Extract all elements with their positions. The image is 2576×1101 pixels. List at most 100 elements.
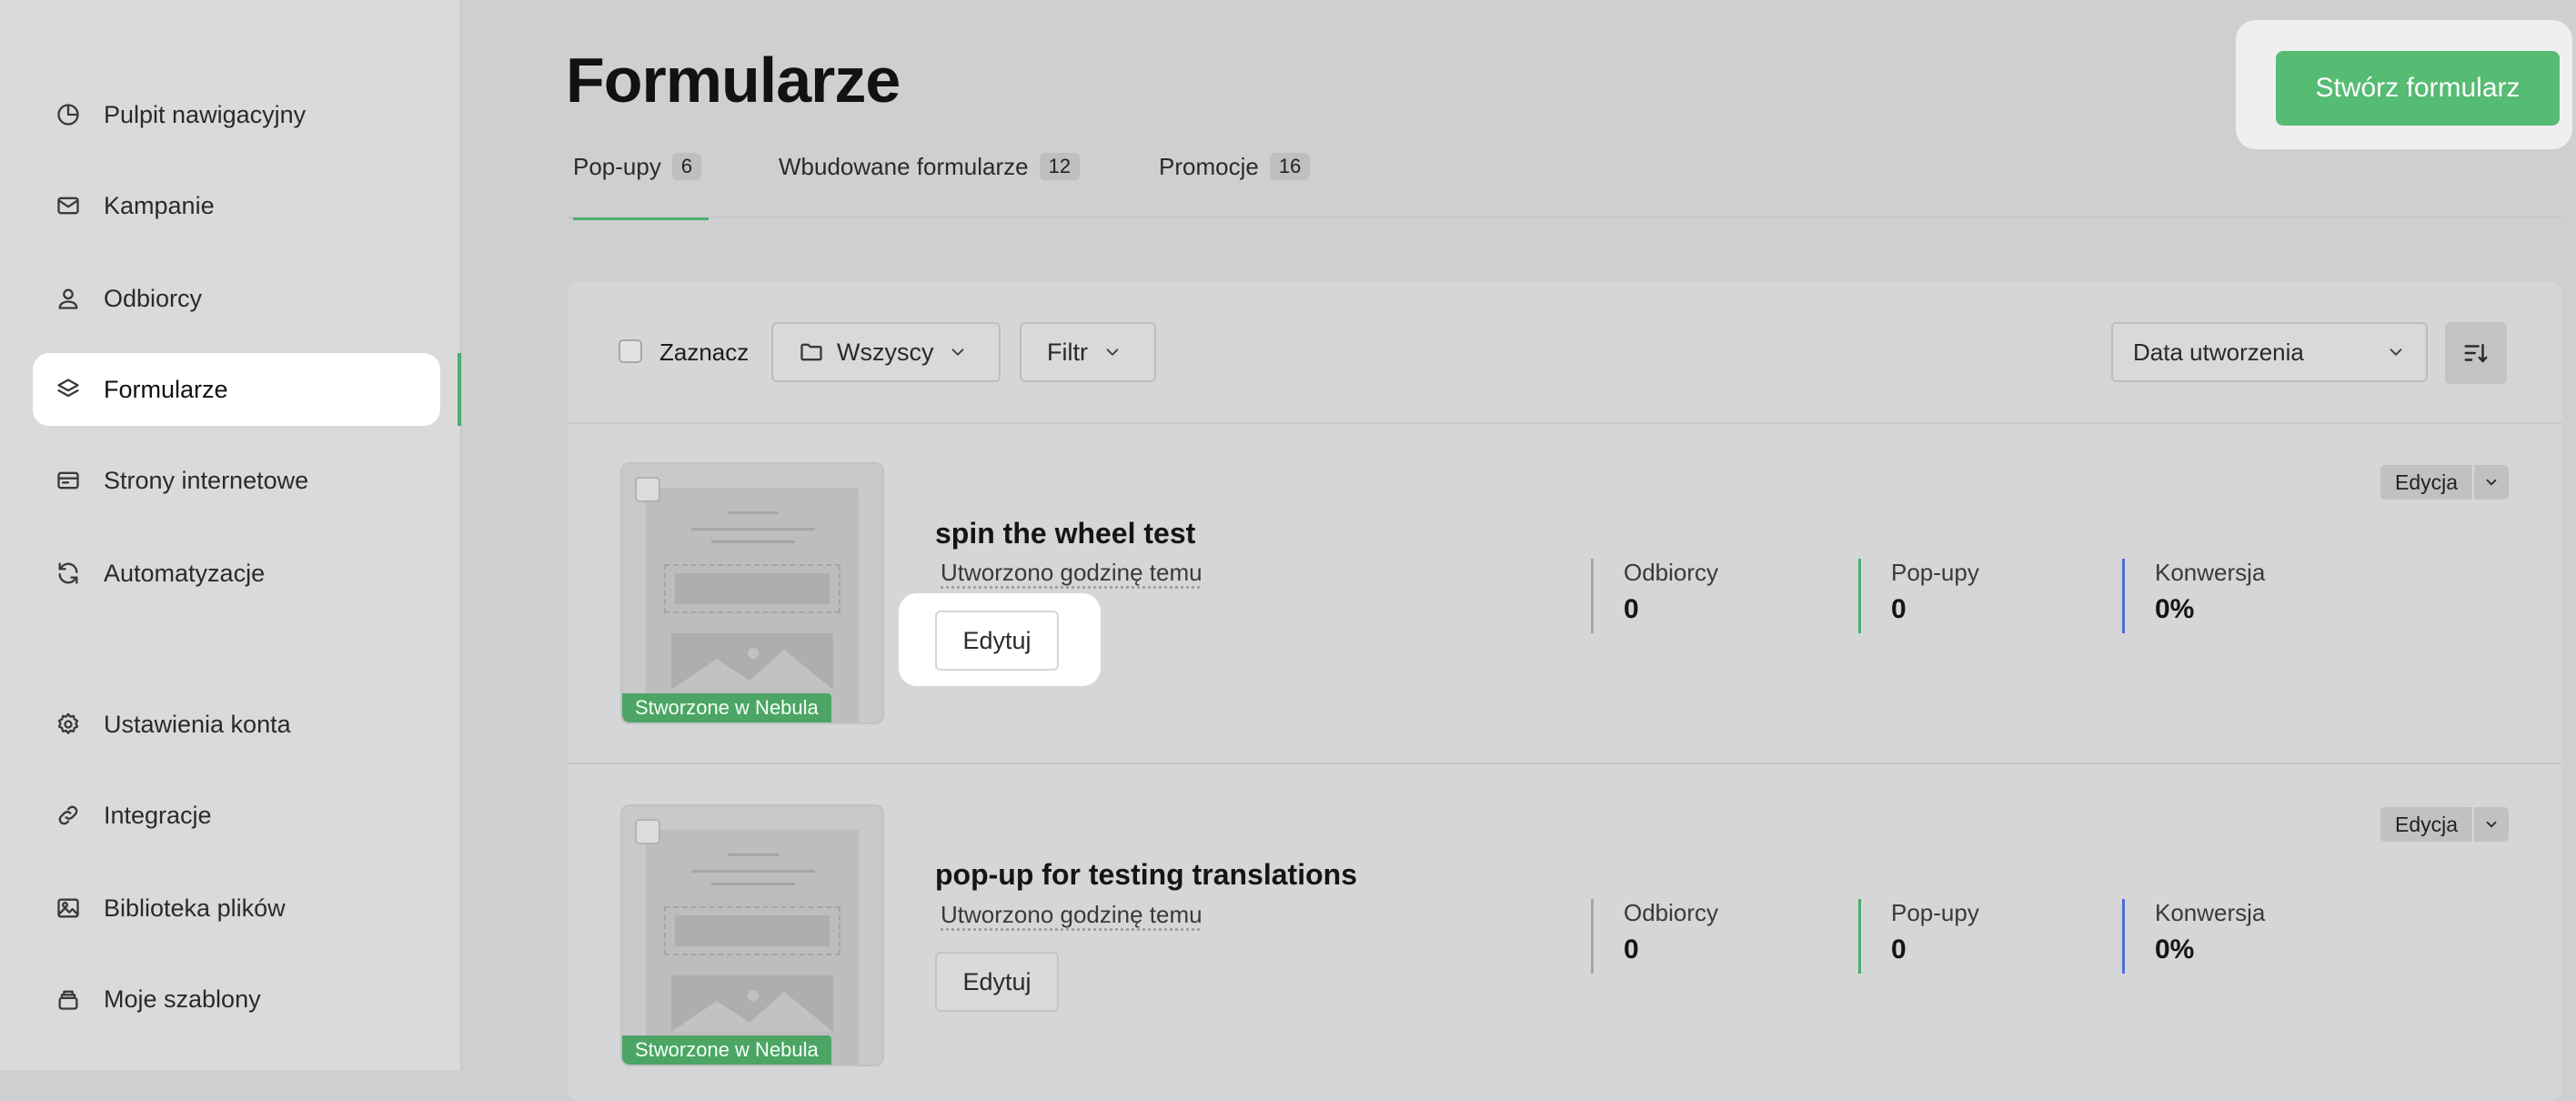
image-placeholder-icon (671, 975, 833, 1032)
chevron-down-icon (1102, 342, 1122, 362)
create-form-button[interactable]: Stwórz formularz (2276, 51, 2560, 126)
edit-form-button[interactable]: Edytuj (935, 952, 1059, 1012)
actions-dropdown-toggle[interactable] (2472, 807, 2509, 842)
sidebar-item-label: Pulpit nawigacyjny (104, 101, 306, 129)
stat-label: Pop-upy (1891, 899, 1979, 927)
sidebar-item-campaigns[interactable]: Kampanie (33, 169, 440, 242)
sidebar-item-account-settings[interactable]: Ustawienia konta (33, 688, 440, 761)
sidebar: Pulpit nawigacyjny Kampanie Odbiorcy For… (0, 0, 462, 1070)
chevron-down-icon (2483, 816, 2500, 833)
sidebar-item-label: Odbiorcy (104, 285, 202, 313)
stat-conversion: Konwersja 0% (2122, 559, 2265, 633)
stat-recipients: Odbiorcy 0 (1591, 559, 1718, 633)
refresh-icon (55, 560, 82, 587)
sidebar-item-automations[interactable]: Automatyzacje (33, 537, 440, 610)
toolbar-divider (568, 422, 2561, 424)
select-all-label: Zaznacz (659, 338, 749, 367)
stat-value: 0% (2155, 934, 2265, 965)
stat-value: 0 (1891, 594, 1979, 625)
sidebar-item-websites[interactable]: Strony internetowe (33, 444, 440, 517)
form-name[interactable]: spin the wheel test (935, 517, 1195, 550)
stat-value: 0 (1624, 594, 1718, 625)
sidebar-item-label: Kampanie (104, 192, 215, 220)
filter-dropdown[interactable]: Filtr (1020, 322, 1156, 382)
tab-count: 16 (1270, 153, 1310, 180)
sidebar-item-dashboard[interactable]: Pulpit nawigacyjny (33, 78, 440, 151)
sidebar-item-label: Integracje (104, 802, 212, 830)
stat-value: 0 (1891, 934, 1979, 965)
stat-value: 0 (1624, 934, 1718, 965)
sidebar-item-recipients[interactable]: Odbiorcy (33, 262, 440, 335)
nebula-badge: Stworzone w Nebula (622, 1035, 831, 1065)
stack-icon (55, 985, 82, 1013)
sort-select[interactable]: Data utworzenia (2111, 322, 2428, 382)
chevron-down-icon (2483, 474, 2500, 490)
filter-dropdown-label: Filtr (1047, 338, 1088, 367)
tab-count: 12 (1040, 153, 1080, 180)
stat-recipients: Odbiorcy 0 (1591, 899, 1718, 974)
tab-count: 6 (672, 153, 701, 180)
actions-dropdown-toggle[interactable] (2472, 465, 2509, 500)
stat-label: Odbiorcy (1624, 899, 1718, 927)
form-name[interactable]: pop-up for testing translations (935, 858, 1357, 892)
mail-icon (55, 192, 82, 219)
thumbnail-preview (646, 488, 859, 724)
sidebar-item-integrations[interactable]: Integracje (33, 779, 440, 852)
row-divider (568, 763, 2561, 764)
image-placeholder-icon (671, 633, 833, 690)
tab-label: Promocje (1159, 153, 1259, 181)
sidebar-item-label: Ustawienia konta (104, 711, 291, 739)
tab-popups[interactable]: Pop-upy 6 (573, 153, 709, 217)
link-icon (55, 802, 82, 829)
thumbnail-preview (646, 830, 859, 1066)
folder-dropdown[interactable]: Wszyscy (771, 322, 1001, 382)
sidebar-item-forms[interactable]: Formularze (33, 353, 440, 426)
chevron-down-icon (948, 342, 968, 362)
sidebar-item-label: Automatyzacje (104, 560, 265, 588)
sidebar-item-label: Strony internetowe (104, 467, 308, 495)
gear-icon (55, 711, 82, 738)
chart-pie-icon (55, 101, 82, 128)
stat-label: Pop-upy (1891, 559, 1979, 587)
folder-icon (799, 339, 824, 365)
tab-promotions[interactable]: Promocje 16 (1159, 153, 1310, 217)
tab-label: Wbudowane formularze (779, 153, 1029, 181)
stat-label: Odbiorcy (1624, 559, 1718, 587)
image-icon (55, 894, 82, 922)
edit-action-button[interactable]: Edycja (2380, 465, 2472, 500)
sort-order-icon (2462, 339, 2490, 367)
chevron-down-icon (2386, 342, 2406, 362)
stat-label: Konwersja (2155, 899, 2265, 927)
tab-label: Pop-upy (573, 153, 661, 181)
tab-bar: Pop-upy 6 Wbudowane formularze 12 Promoc… (568, 153, 2561, 218)
stat-value: 0% (2155, 594, 2265, 625)
form-actions: Edycja (2380, 807, 2509, 842)
form-checkbox[interactable] (635, 819, 660, 844)
edit-action-button[interactable]: Edycja (2380, 807, 2472, 842)
form-created-time: Utworzono godzinę temu (941, 559, 1202, 587)
sidebar-item-label: Moje szablony (104, 985, 261, 1014)
tab-embedded-forms[interactable]: Wbudowane formularze 12 (779, 153, 1080, 217)
page-title: Formularze (566, 44, 900, 116)
browser-icon (55, 467, 82, 494)
sidebar-item-my-templates[interactable]: Moje szablony (33, 963, 440, 1035)
folder-dropdown-label: Wszyscy (837, 338, 933, 367)
user-icon (55, 285, 82, 312)
stat-label: Konwersja (2155, 559, 2265, 587)
sidebar-item-file-library[interactable]: Biblioteka plików (33, 872, 440, 944)
stat-conversion: Konwersja 0% (2122, 899, 2265, 974)
stat-popups: Pop-upy 0 (1858, 899, 1979, 974)
select-all-checkbox[interactable] (619, 339, 642, 363)
sidebar-active-indicator (458, 353, 461, 426)
layers-icon (55, 376, 82, 403)
form-actions: Edycja (2380, 465, 2509, 500)
sort-select-value: Data utworzenia (2133, 338, 2304, 367)
form-created-time: Utworzono godzinę temu (941, 901, 1202, 929)
form-thumbnail[interactable]: Stworzone w Nebula (620, 804, 884, 1066)
nebula-badge: Stworzone w Nebula (622, 693, 831, 722)
stat-popups: Pop-upy 0 (1858, 559, 1979, 633)
sort-order-button[interactable] (2445, 322, 2507, 384)
form-checkbox[interactable] (635, 477, 660, 502)
form-thumbnail[interactable]: Stworzone w Nebula (620, 462, 884, 724)
edit-form-button[interactable]: Edytuj (935, 611, 1059, 671)
